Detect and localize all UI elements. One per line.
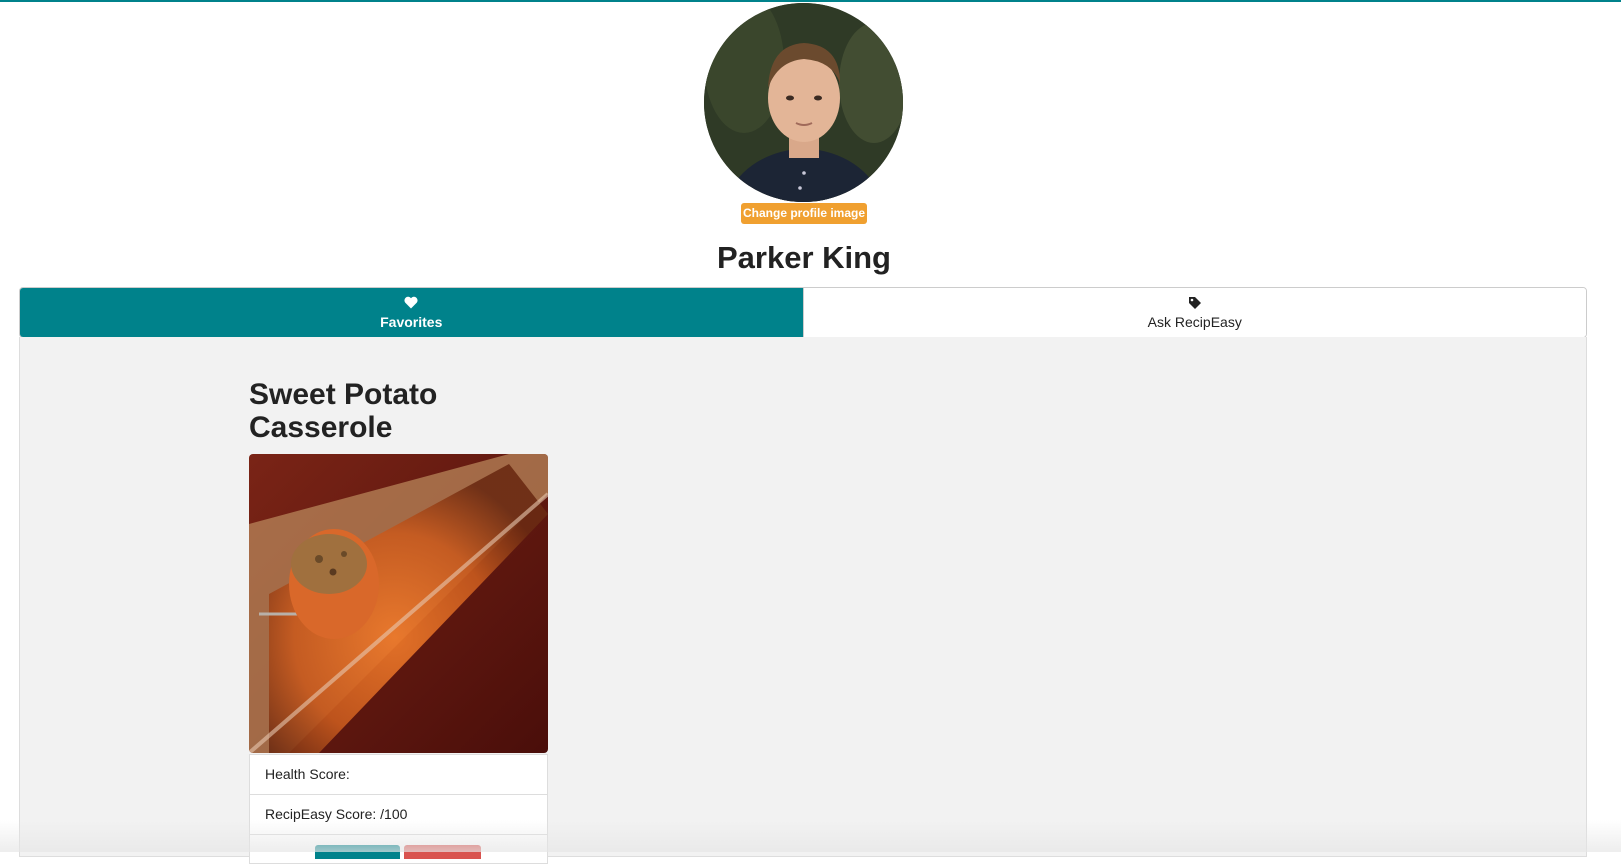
tab-ask-recipeasy-label: Ask RecipEasy bbox=[1147, 313, 1242, 330]
recipe-title[interactable]: Sweet Potato Casserole bbox=[249, 378, 569, 444]
health-score: Health Score: bbox=[249, 754, 548, 795]
recipeasy-score: RecipEasy Score: /100 bbox=[249, 794, 548, 835]
heart-icon bbox=[404, 296, 418, 311]
remove-favorite-button[interactable] bbox=[404, 845, 481, 859]
tab-ask-recipeasy[interactable]: Ask RecipEasy bbox=[802, 288, 1586, 337]
profile-name: Parker King bbox=[716, 240, 891, 275]
tab-favorites-label: Favorites bbox=[380, 313, 443, 330]
avatar bbox=[704, 3, 903, 202]
top-rule bbox=[0, 0, 1621, 2]
change-profile-image-button[interactable]: Change profile image bbox=[741, 203, 867, 224]
profile-tabs: Favorites Ask RecipEasy bbox=[19, 287, 1587, 338]
tag-icon bbox=[1188, 296, 1202, 311]
tab-favorites[interactable]: Favorites bbox=[20, 288, 803, 337]
recipe-image[interactable] bbox=[249, 454, 548, 753]
view-recipe-button[interactable] bbox=[315, 845, 400, 859]
